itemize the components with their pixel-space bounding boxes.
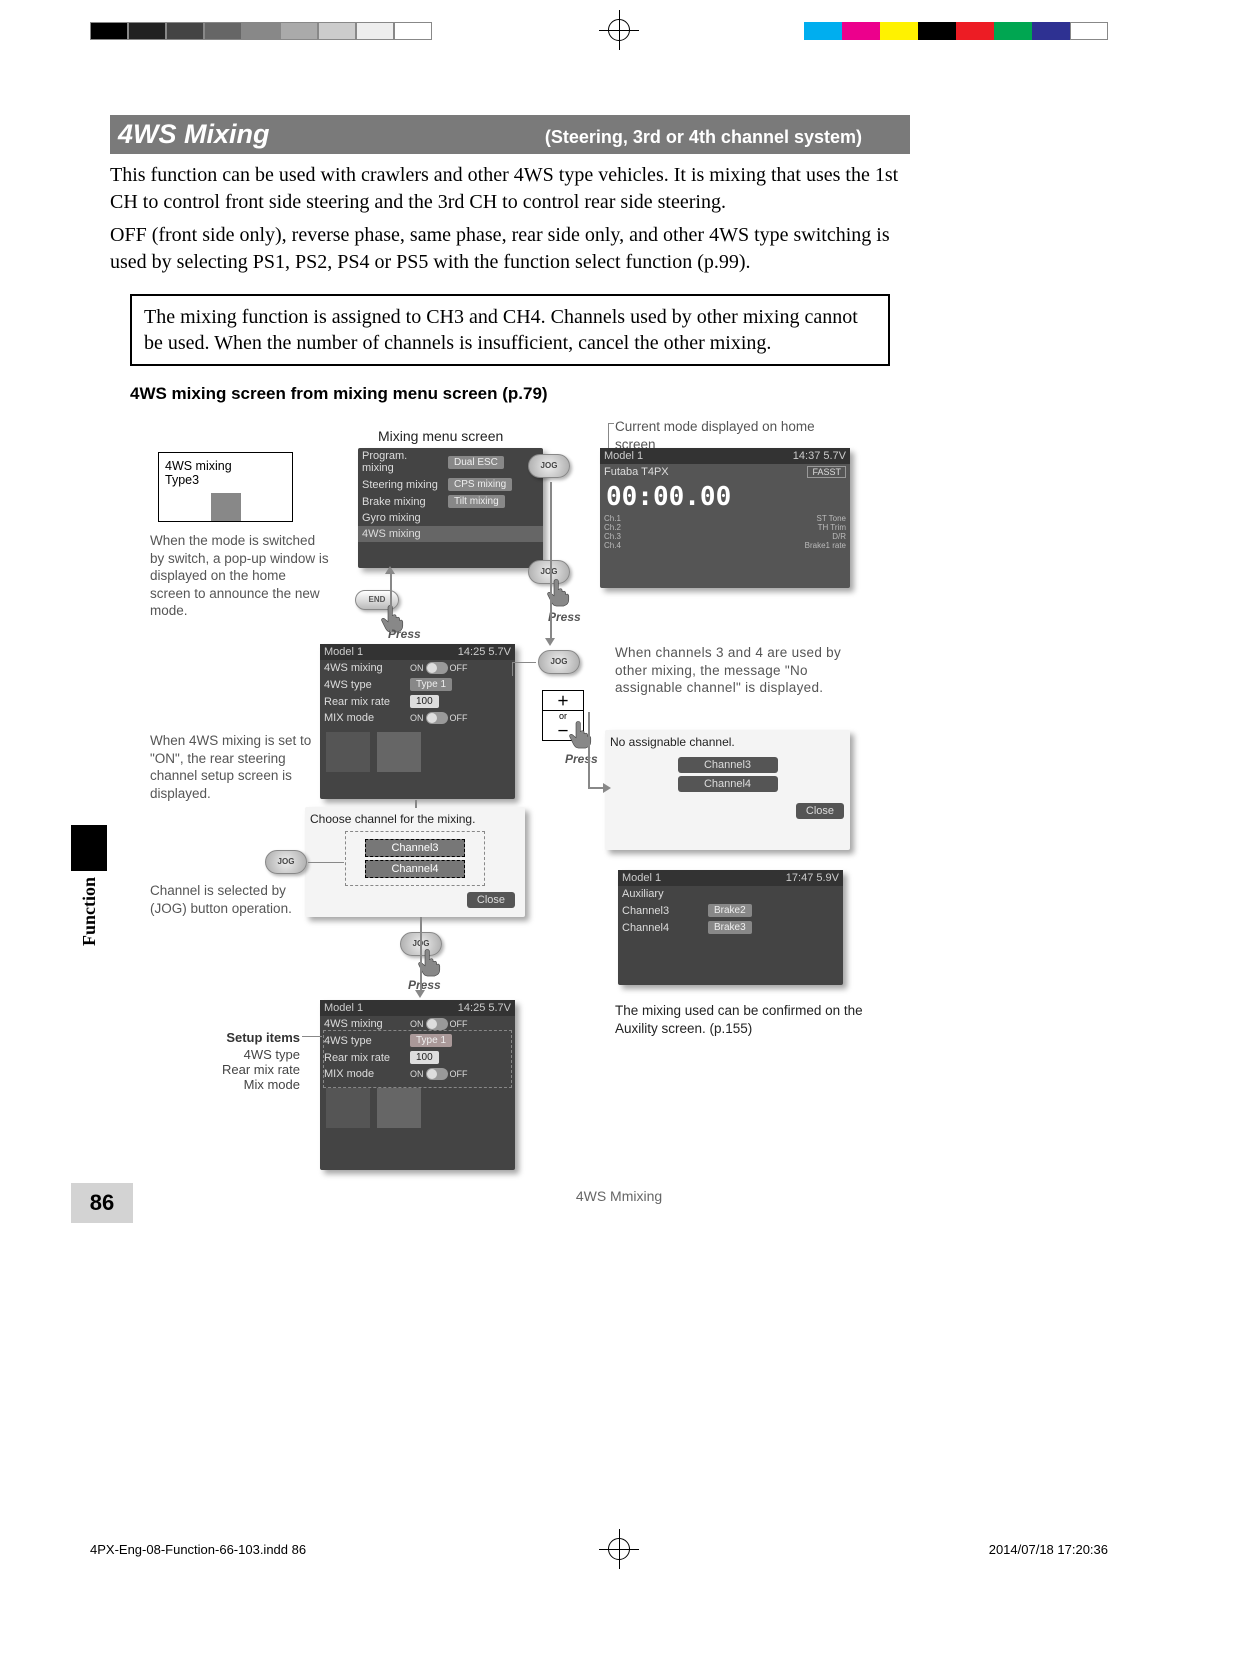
registration-color-bar <box>804 22 1108 40</box>
notice-box: The mixing function is assigned to CH3 a… <box>130 294 890 366</box>
section-title-bar: 4WS Mixing (Steering, 3rd or 4th channel… <box>110 115 910 154</box>
mixing-setup-screen-a: Model 114:25 5.7V 4WS mixing ONOFF 4WS t… <box>320 644 515 799</box>
car-icon <box>211 493 241 521</box>
print-info-date: 2014/07/18 17:20:36 <box>989 1542 1108 1557</box>
intro-p2: OFF (front side only), reverse phase, sa… <box>110 222 910 276</box>
intro-p1: This function can be used with crawlers … <box>110 162 910 216</box>
side-tab: Function <box>71 825 107 965</box>
leader-line <box>512 662 513 676</box>
row-mix-mode: MIX mode ONOFF <box>320 710 515 726</box>
arrow-line <box>415 800 417 808</box>
diagram-heading: 4WS mixing screen from mixing menu scree… <box>130 384 910 404</box>
no-assignable-dialog: No assignable channel. Channel3 Channel4… <box>605 730 850 850</box>
channel4-button[interactable]: Channel4 <box>365 860 465 878</box>
setup-items-list: Setup items 4WS type Rear mix rate Mix m… <box>185 1030 300 1092</box>
menu-row: Steering mixingCPS mixing <box>358 476 543 493</box>
mixing-menu-label: Mixing menu screen <box>378 428 503 444</box>
plus-button[interactable]: ＋ <box>543 691 583 711</box>
dialog-title: No assignable channel. <box>605 730 850 754</box>
print-info-file: 4PX-Eng-08-Function-66-103.indd 86 <box>90 1542 306 1557</box>
home-screen: Model 114:37 5.7V Futaba T4PX FASST 00:0… <box>600 448 850 588</box>
home-timer: 00:00.00 <box>600 480 850 514</box>
mode-icons <box>320 726 515 778</box>
press-label: Press <box>548 610 581 624</box>
dialog-title: Choose channel for the mixing. <box>305 807 525 831</box>
home-brand-row: Futaba T4PX FASST <box>600 464 850 480</box>
aux-row: Channel4Brake3 <box>618 919 843 936</box>
setup-items-highlight <box>323 1030 512 1088</box>
car-mode-icon <box>377 1088 421 1128</box>
popup-note: When the mode is switched by switch, a p… <box>150 532 330 620</box>
popup-title: 4WS mixing <box>165 459 286 473</box>
popup-4ws-type: 4WS mixing Type3 <box>158 452 293 522</box>
setup-item: 4WS type <box>185 1047 300 1062</box>
leader-line <box>308 862 344 863</box>
close-button[interactable]: Close <box>796 803 844 819</box>
hand-pointer-icon <box>544 576 574 608</box>
channel-select-note: Channel is selected by (JOG) button oper… <box>150 882 300 917</box>
intro-text: This function can be used with crawlers … <box>110 162 910 276</box>
note-on-rear-setup: When 4WS mixing is set to "ON", the rear… <box>150 732 330 802</box>
setup-item: Mix mode <box>185 1077 300 1092</box>
mixing-menu-screen: Program. mixingDual ESC Steering mixingC… <box>358 448 543 568</box>
row-4ws-mixing: 4WS mixing ONOFF <box>320 660 515 676</box>
channel3-button[interactable]: Channel3 <box>365 839 465 857</box>
arrow-head-icon <box>385 566 395 574</box>
note-no-assignable: When channels 3 and 4 are used by other … <box>615 644 850 697</box>
crosshair-top-icon <box>599 10 639 50</box>
home-header: Model 114:37 5.7V <box>600 448 850 464</box>
hand-pointer-icon <box>566 718 596 750</box>
arrow-head-icon <box>545 638 555 646</box>
registration-grey-bar <box>90 22 432 40</box>
aux-row: Channel3Brake2 <box>618 902 843 919</box>
side-tab-label: Function <box>71 871 108 952</box>
close-button[interactable]: Close <box>467 892 515 908</box>
arrow-line <box>588 712 590 787</box>
home-channels: Ch.1Ch.2 Ch.3Ch.4 ST ToneTH Trim D/RBrak… <box>600 514 850 550</box>
crosshair-bottom-icon <box>599 1529 639 1569</box>
aux-title: Auxiliary <box>618 886 843 902</box>
menu-row: Gyro mixing <box>358 510 543 526</box>
menu-row: Program. mixingDual ESC <box>358 448 543 476</box>
leader-line <box>512 662 536 663</box>
press-label: Press <box>388 627 421 641</box>
aux-note: The mixing used can be confirmed on the … <box>615 1002 865 1037</box>
menu-row-selected: 4WS mixing <box>358 526 543 542</box>
leader-line <box>608 423 614 424</box>
diagram-area: Mixing menu screen Current mode displaye… <box>110 412 910 1262</box>
car-mode-icon <box>326 1088 370 1128</box>
car-mode-icon <box>326 732 370 772</box>
car-mode-icon <box>377 732 421 772</box>
arrow-head-icon <box>415 990 425 998</box>
jog-button[interactable]: JOG <box>265 850 307 874</box>
section-subtitle: (Steering, 3rd or 4th channel system) <box>545 127 862 148</box>
page-content: 4WS Mixing (Steering, 3rd or 4th channel… <box>110 115 910 1262</box>
channel3-button[interactable]: Channel3 <box>678 757 778 773</box>
channel4-button[interactable]: Channel4 <box>678 776 778 792</box>
setup-item: Rear mix rate <box>185 1062 300 1077</box>
auxiliary-screen: Model 117:47 5.9V Auxiliary Channel3Brak… <box>618 870 843 985</box>
side-tab-marker <box>71 825 107 871</box>
arrow-line <box>420 917 422 992</box>
leader-line <box>302 1036 322 1037</box>
footer-title: 4WS Mmixing <box>0 1188 1238 1204</box>
menu-row: Brake mixingTilt mixing <box>358 493 543 510</box>
arrow-line <box>550 482 552 642</box>
row-4ws-type: 4WS type Type 1 <box>320 676 515 693</box>
section-title: 4WS Mixing <box>118 119 270 150</box>
jog-button[interactable]: JOG <box>528 454 570 478</box>
popup-subtitle: Type3 <box>165 473 286 487</box>
setup-items-heading: Setup items <box>185 1030 300 1045</box>
arrow-line <box>390 572 392 632</box>
arrow-head-icon <box>603 783 611 793</box>
mode-icons <box>320 1082 515 1134</box>
row-rear-mix: Rear mix rate 100 <box>320 693 515 710</box>
press-label: Press <box>565 752 598 766</box>
jog-button[interactable]: JOG <box>538 650 580 674</box>
